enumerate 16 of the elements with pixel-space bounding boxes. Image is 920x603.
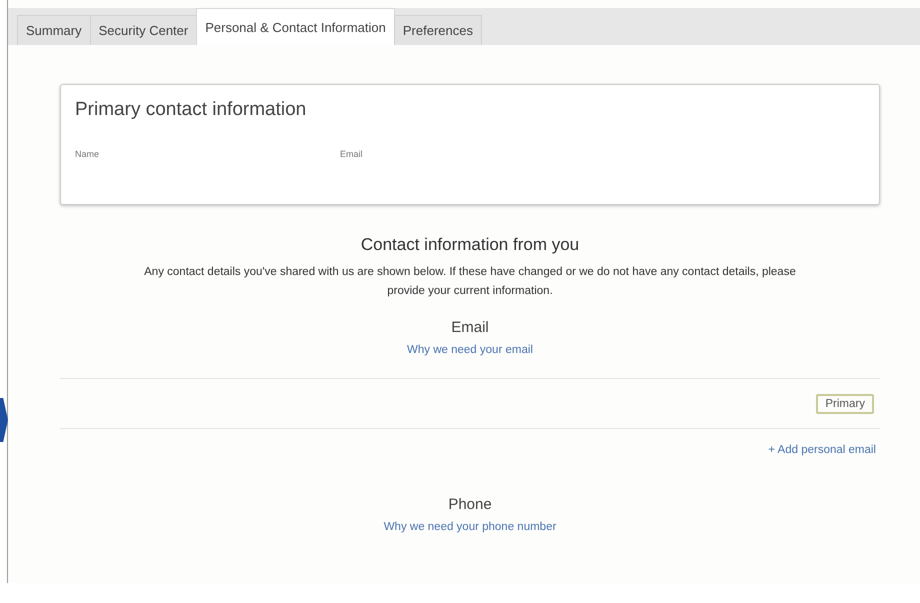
field-label: Email: [340, 149, 364, 159]
phone-heading: Phone: [448, 496, 492, 513]
section-title: Contact information from you: [360, 235, 580, 255]
tab[interactable]: Summary: [17, 15, 91, 45]
section-description: Any contact details you've shared with us are shown below. If these have changed or we do not have any contact details, please provide your current information.: [143, 265, 797, 299]
add-email-link[interactable]: + Add personal email: [768, 444, 876, 456]
help-link[interactable]: Why we need your email: [407, 344, 533, 356]
tab[interactable]: Security Center: [90, 15, 198, 45]
card-title: Primary contact information: [75, 99, 308, 121]
help-link[interactable]: Why we need your phone number: [384, 521, 556, 533]
primary-badge: Primary: [816, 394, 874, 414]
tab[interactable]: Personal & Contact Information: [196, 8, 395, 45]
tab[interactable]: Preferences: [394, 15, 482, 45]
side-tab-handle[interactable]: [0, 398, 8, 442]
field-label: Name: [75, 149, 100, 159]
email-heading: Email: [451, 319, 489, 336]
